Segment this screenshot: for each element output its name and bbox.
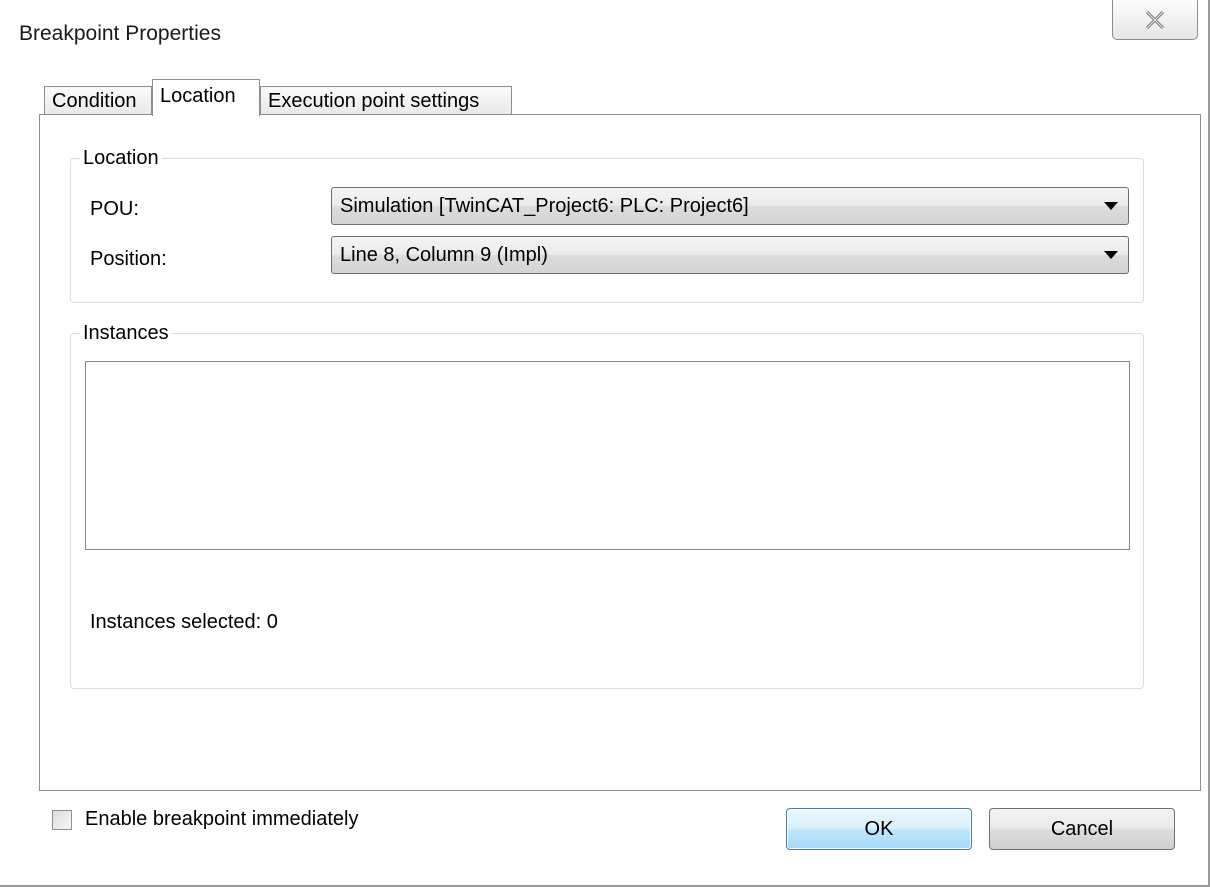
pou-label: POU:	[90, 198, 139, 220]
close-button[interactable]	[1112, 0, 1198, 40]
position-dropdown[interactable]: Line 8, Column 9 (Impl)	[331, 236, 1129, 274]
tab-location[interactable]: Location	[152, 79, 260, 116]
pou-dropdown-value: Simulation [TwinCAT_Project6: PLC: Proje…	[340, 195, 749, 217]
dialog-title: Breakpoint Properties	[19, 22, 221, 45]
instances-group-legend: Instances	[80, 322, 172, 345]
location-group-legend: Location	[80, 147, 162, 170]
instances-selected-count: Instances selected: 0	[90, 611, 278, 633]
chevron-down-icon	[1104, 202, 1118, 210]
position-label: Position:	[90, 248, 167, 270]
breakpoint-properties-dialog: Breakpoint Properties Condition Location…	[0, 0, 1210, 887]
enable-breakpoint-checkbox[interactable]	[52, 810, 72, 830]
ok-button[interactable]: OK	[786, 808, 972, 850]
tab-condition[interactable]: Condition	[44, 86, 152, 115]
instances-list[interactable]	[85, 361, 1130, 550]
location-groupbox	[70, 158, 1144, 303]
chevron-down-icon	[1104, 251, 1118, 259]
close-icon	[1145, 10, 1165, 30]
position-dropdown-value: Line 8, Column 9 (Impl)	[340, 244, 548, 266]
pou-dropdown[interactable]: Simulation [TwinCAT_Project6: PLC: Proje…	[331, 187, 1129, 225]
cancel-button[interactable]: Cancel	[989, 808, 1175, 850]
enable-breakpoint-label[interactable]: Enable breakpoint immediately	[85, 808, 359, 831]
tab-execution-point-settings[interactable]: Execution point settings	[260, 86, 512, 115]
